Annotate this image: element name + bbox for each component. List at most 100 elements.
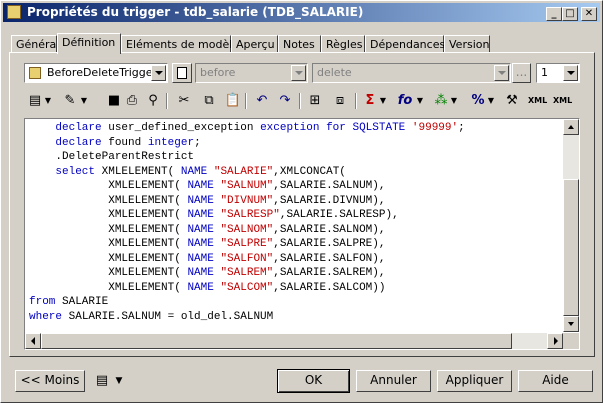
code-line[interactable]: XMLELEMENT( NAME "SALREM",SALARIE.SALREM… <box>29 266 563 281</box>
scroll-left-button[interactable] <box>25 333 41 349</box>
scroll-up-button[interactable] <box>563 119 579 135</box>
chevron-down-icon[interactable]: ▼ <box>79 91 89 111</box>
horizontal-scroll-thumb[interactable] <box>41 333 512 349</box>
code-line[interactable]: XMLELEMENT( NAME "SALNUM",SALARIE.SALNUM… <box>29 179 563 194</box>
cut-icon[interactable]: ✂ <box>175 91 193 111</box>
sql-editor[interactable]: declare user_defined_exception exception… <box>24 118 580 350</box>
code-string: "SALCOM" <box>220 281 274 294</box>
vertical-scroll-thumb[interactable] <box>563 179 579 316</box>
time-value: before <box>200 66 236 79</box>
code-line[interactable]: from SALARIE <box>29 295 563 310</box>
code-keyword: select <box>55 165 96 178</box>
code-line[interactable]: XMLELEMENT( NAME "SALPRE",SALARIE.SALPRE… <box>29 237 563 252</box>
code-line[interactable]: XMLELEMENT( NAME "SALCOM",SALARIE.SALCOM… <box>29 281 563 296</box>
title-bar[interactable]: Propriétés du trigger - tdb_salarie (TDB… <box>3 3 600 22</box>
ok-button[interactable]: OK <box>277 369 350 393</box>
tab-notes[interactable]: Notes <box>278 35 321 53</box>
code-text: ; <box>194 136 201 149</box>
tab-preview[interactable]: Aperçu <box>231 35 278 53</box>
maximize-button[interactable]: □ <box>562 7 578 21</box>
paste-icon[interactable]: 📋 <box>224 91 242 111</box>
chevron-down-icon[interactable]: ▼ <box>113 371 125 391</box>
code-line[interactable]: where SALARIE.SALNUM = old_del.SALNUM <box>29 310 563 325</box>
close-button[interactable]: ✕ <box>581 7 597 21</box>
sigma-icon[interactable]: Σ <box>362 91 378 111</box>
chevron-down-icon[interactable] <box>563 65 578 81</box>
tab-dependencies[interactable]: Dépendances <box>365 35 445 53</box>
code-text: XMLELEMENT( <box>29 238 188 250</box>
code-string: "SALFON" <box>220 252 274 265</box>
code-line[interactable]: select XMLELEMENT( NAME "SALARIE",XMLCON… <box>29 165 563 180</box>
help-button[interactable]: Aide <box>518 370 593 392</box>
horizontal-scrollbar[interactable] <box>25 333 563 349</box>
code-text: ,SALARIE.SALCOM)) <box>273 281 386 294</box>
cancel-button[interactable]: Annuler <box>356 370 431 392</box>
tool-icon[interactable]: ⚒ <box>503 91 521 111</box>
code-text: user_defined_exception <box>101 122 261 134</box>
template-select[interactable]: BeforeDeleteTrigger (c <box>24 63 168 83</box>
code-area[interactable]: declare user_defined_exception exception… <box>29 121 563 331</box>
chevron-down-icon[interactable]: ▼ <box>43 91 53 111</box>
code-line[interactable]: XMLELEMENT( NAME "SALNOM",SALARIE.SALNOM… <box>29 223 563 238</box>
code-line[interactable]: declare user_defined_exception exception… <box>29 121 563 136</box>
order-value: 1 <box>541 66 548 79</box>
apply-button[interactable]: Appliquer <box>437 370 512 392</box>
code-string: "SALNUM" <box>220 180 274 192</box>
find-icon[interactable]: ⚲ <box>144 91 162 111</box>
tab-version[interactable]: Version <box>444 35 490 53</box>
code-keyword: NAME <box>187 252 214 265</box>
tab-definition[interactable]: Définition <box>57 33 121 54</box>
edit-icon[interactable]: ✎ <box>61 91 79 111</box>
chevron-down-icon[interactable] <box>291 65 306 81</box>
code-text: .DeleteParentRestrict <box>29 151 195 163</box>
code-line[interactable]: XMLELEMENT( NAME "SALRESP",SALARIE.SALRE… <box>29 208 563 223</box>
run-icon[interactable]: ⧈ <box>331 91 349 111</box>
template-properties-button[interactable] <box>172 63 192 83</box>
code-text: ,SALARIE.SALREM), <box>273 267 386 279</box>
insert-icon[interactable]: ⊞ <box>306 91 324 111</box>
code-line[interactable]: XMLELEMENT( NAME "DIVNUM",SALARIE.DIVNUM… <box>29 194 563 209</box>
code-text: XMLELEMENT( <box>29 180 188 192</box>
chevron-down-icon[interactable]: ▼ <box>378 91 388 111</box>
ellipsis-button[interactable]: ... <box>512 63 531 83</box>
code-string: "SALNOM" <box>220 223 274 236</box>
scroll-down-button[interactable] <box>563 316 579 332</box>
xml-icon[interactable]: XML <box>528 91 547 111</box>
chevron-down-icon[interactable]: ▼ <box>486 91 496 111</box>
print-icon[interactable]: ⎙ <box>123 91 141 111</box>
function-icon[interactable]: fo <box>395 91 415 111</box>
less-button[interactable]: << Moins <box>15 370 85 392</box>
time-select[interactable]: before <box>195 63 308 83</box>
copy-icon[interactable]: ⧉ <box>200 91 218 111</box>
code-keyword: from <box>29 296 56 308</box>
menu-icon[interactable]: ▤ <box>93 371 111 391</box>
save-icon[interactable]: ■ <box>105 91 123 111</box>
tab-rules[interactable]: Règles <box>321 35 365 53</box>
code-line[interactable]: XMLELEMENT( NAME "SALFON",SALARIE.SALFON… <box>29 252 563 267</box>
redo-icon[interactable]: ↷ <box>276 91 294 111</box>
xml-icon[interactable]: XML <box>553 91 572 111</box>
tab-general[interactable]: Général <box>11 35 59 53</box>
tab-model-elements[interactable]: Eléments de modèle <box>121 35 239 53</box>
undo-icon[interactable]: ↶ <box>253 91 271 111</box>
vertical-scrollbar[interactable] <box>563 119 579 332</box>
scroll-right-button[interactable] <box>547 333 563 349</box>
minimize-button[interactable]: _ <box>546 7 562 21</box>
code-keyword: NAME <box>187 267 214 279</box>
chevron-down-icon[interactable]: ▼ <box>415 91 425 111</box>
percent-icon[interactable]: % <box>470 91 486 111</box>
code-line[interactable]: declare found integer; <box>29 136 563 151</box>
event-select[interactable]: delete <box>312 63 511 83</box>
order-select[interactable]: 1 <box>536 63 580 83</box>
chevron-down-icon[interactable] <box>494 65 509 81</box>
code-line[interactable]: .DeleteParentRestrict <box>29 150 563 165</box>
properties-icon[interactable]: ▤ <box>27 91 43 111</box>
code-text: SALARIE.SALNUM = old_del.SALNUM <box>62 310 274 323</box>
trigger-properties-window: Propriétés du trigger - tdb_salarie (TDB… <box>0 0 603 403</box>
chevron-down-icon[interactable] <box>151 65 166 81</box>
tree-icon[interactable]: ⁂ <box>433 91 449 111</box>
chevron-down-icon[interactable]: ▼ <box>449 91 459 111</box>
window-title: Propriétés du trigger - tdb_salarie (TDB… <box>27 5 364 19</box>
code-text: XMLELEMENT( <box>29 223 188 236</box>
